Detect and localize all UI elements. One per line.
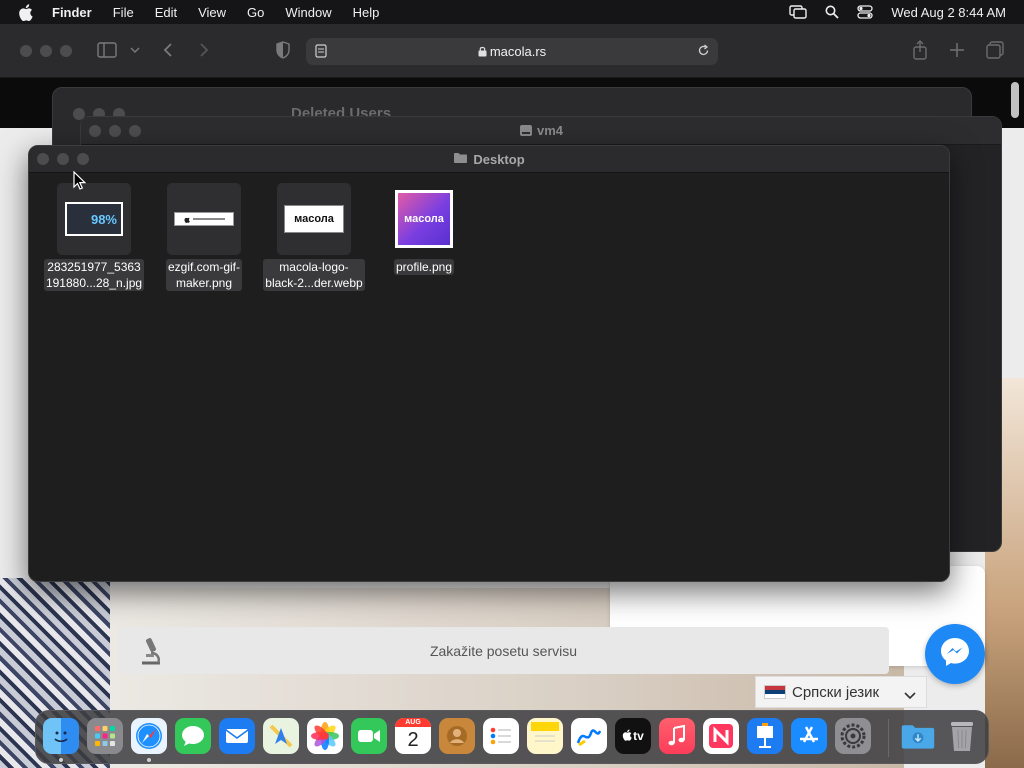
language-label: Српски језик bbox=[792, 683, 880, 701]
screen-mirroring-icon[interactable] bbox=[789, 5, 808, 19]
apple-logo-icon bbox=[183, 210, 190, 228]
menu-app-finder[interactable]: Finder bbox=[52, 5, 92, 20]
close-button[interactable] bbox=[20, 45, 32, 57]
menu-view[interactable]: View bbox=[198, 5, 226, 20]
reload-icon[interactable] bbox=[697, 44, 710, 57]
forward-arrow-icon[interactable] bbox=[198, 42, 210, 58]
apple-menu-icon[interactable] bbox=[18, 3, 36, 21]
finder-window-desktop[interactable]: Desktop 98% 283251977_5363 191880...28_n.… bbox=[28, 145, 950, 582]
window-title: vm4 bbox=[81, 123, 1001, 140]
trash-icon[interactable] bbox=[944, 718, 980, 754]
file-item[interactable]: маcола profile.png bbox=[369, 183, 479, 276]
mouse-cursor-icon bbox=[73, 170, 87, 195]
news-app-icon[interactable] bbox=[703, 718, 739, 754]
mail-app-icon[interactable] bbox=[219, 718, 255, 754]
file-name: ezgif.com-gif-maker.png bbox=[165, 259, 243, 291]
menu-file[interactable]: File bbox=[113, 5, 134, 20]
image-preview: маcола bbox=[395, 190, 453, 248]
tv-label: tv bbox=[633, 729, 644, 743]
safari-toolbar: macola.rs bbox=[0, 24, 1024, 78]
notes-app-icon[interactable] bbox=[527, 718, 563, 754]
messages-app-icon[interactable] bbox=[175, 718, 211, 754]
messenger-chat-button[interactable] bbox=[925, 624, 985, 684]
chevron-down-icon[interactable] bbox=[130, 46, 140, 54]
dock-separator bbox=[888, 719, 889, 757]
apple-tv-app-icon[interactable]: tv bbox=[615, 718, 651, 754]
calendar-month: AUG bbox=[395, 718, 431, 727]
disk-icon bbox=[519, 124, 533, 140]
menu-go[interactable]: Go bbox=[247, 5, 264, 20]
language-selector[interactable]: Српски језик bbox=[755, 676, 927, 708]
webpage-scrollbar[interactable] bbox=[1011, 82, 1019, 118]
file-item[interactable]: маcола macola-logo-black-2...der.webp bbox=[259, 183, 369, 292]
system-settings-icon[interactable] bbox=[835, 718, 871, 754]
messenger-icon bbox=[938, 635, 972, 674]
image-preview: 98% bbox=[65, 202, 123, 236]
menu-clock[interactable]: Wed Aug 2 8:44 AM bbox=[891, 5, 1006, 20]
contacts-app-icon[interactable] bbox=[439, 718, 475, 754]
file-name: profile.png bbox=[393, 259, 455, 275]
spotlight-search-icon[interactable] bbox=[825, 5, 839, 19]
window-titlebar: Desktop bbox=[29, 146, 949, 173]
app-store-icon[interactable] bbox=[791, 718, 827, 754]
address-bar[interactable]: macola.rs bbox=[306, 38, 718, 65]
maps-app-icon[interactable] bbox=[263, 718, 299, 754]
menu-edit[interactable]: Edit bbox=[155, 5, 177, 20]
safari-window-controls[interactable] bbox=[20, 45, 72, 57]
minimize-button[interactable] bbox=[40, 45, 52, 57]
apple-logo-icon bbox=[622, 729, 632, 744]
address-url: macola.rs bbox=[306, 44, 718, 60]
serbia-flag-icon bbox=[764, 685, 786, 699]
sidebar-toggle-icon[interactable] bbox=[97, 42, 117, 58]
file-item[interactable]: 98% 283251977_5363 191880...28_n.jpg bbox=[39, 183, 149, 292]
service-appointment-button[interactable]: Zakažite posetu servisu bbox=[118, 627, 889, 674]
menu-window[interactable]: Window bbox=[285, 5, 331, 20]
safari-app-icon[interactable] bbox=[131, 718, 167, 754]
zoom-button[interactable] bbox=[60, 45, 72, 57]
lock-icon bbox=[478, 45, 487, 60]
file-item[interactable]: ezgif.com-gif-maker.png bbox=[149, 183, 259, 292]
chevron-down-icon bbox=[904, 687, 916, 704]
launchpad-icon[interactable] bbox=[87, 718, 123, 754]
file-thumbnail: маcола bbox=[277, 183, 351, 255]
file-name: 283251977_5363 191880...28_n.jpg bbox=[43, 259, 145, 291]
image-preview: маcола bbox=[284, 205, 344, 233]
reminders-app-icon[interactable] bbox=[483, 718, 519, 754]
service-appointment-label: Zakažite posetu servisu bbox=[429, 643, 578, 659]
keynote-app-icon[interactable] bbox=[747, 718, 783, 754]
menu-bar: Finder File Edit View Go Window Help Wed… bbox=[0, 0, 1024, 24]
back-arrow-icon[interactable] bbox=[162, 42, 174, 58]
image-preview bbox=[174, 212, 234, 226]
file-thumbnail bbox=[167, 183, 241, 255]
file-thumbnail: 98% bbox=[57, 183, 131, 255]
facetime-app-icon[interactable] bbox=[351, 718, 387, 754]
calendar-app-icon[interactable]: AUG 2 bbox=[395, 718, 431, 754]
file-name: macola-logo-black-2...der.webp bbox=[263, 259, 365, 291]
privacy-shield-icon[interactable] bbox=[275, 41, 291, 59]
folder-icon bbox=[453, 152, 468, 167]
freeform-app-icon[interactable] bbox=[571, 718, 607, 754]
tab-overview-icon[interactable] bbox=[986, 41, 1004, 59]
running-indicator bbox=[59, 758, 63, 762]
downloads-folder-icon[interactable] bbox=[900, 718, 936, 754]
dock: AUG 2 tv bbox=[35, 710, 989, 764]
menu-help[interactable]: Help bbox=[353, 5, 380, 20]
window-titlebar: vm4 bbox=[81, 117, 1001, 145]
calendar-day: 2 bbox=[407, 729, 419, 751]
share-icon[interactable] bbox=[912, 40, 928, 60]
running-indicator bbox=[147, 758, 151, 762]
music-app-icon[interactable] bbox=[659, 718, 695, 754]
control-center-icon[interactable] bbox=[857, 5, 873, 19]
url-text: macola.rs bbox=[489, 44, 547, 59]
window-title: Desktop bbox=[29, 152, 949, 167]
new-tab-icon[interactable] bbox=[949, 42, 965, 58]
photos-app-icon[interactable] bbox=[307, 718, 343, 754]
file-thumbnail: маcола bbox=[387, 183, 461, 255]
finder-app-icon[interactable] bbox=[43, 718, 79, 754]
